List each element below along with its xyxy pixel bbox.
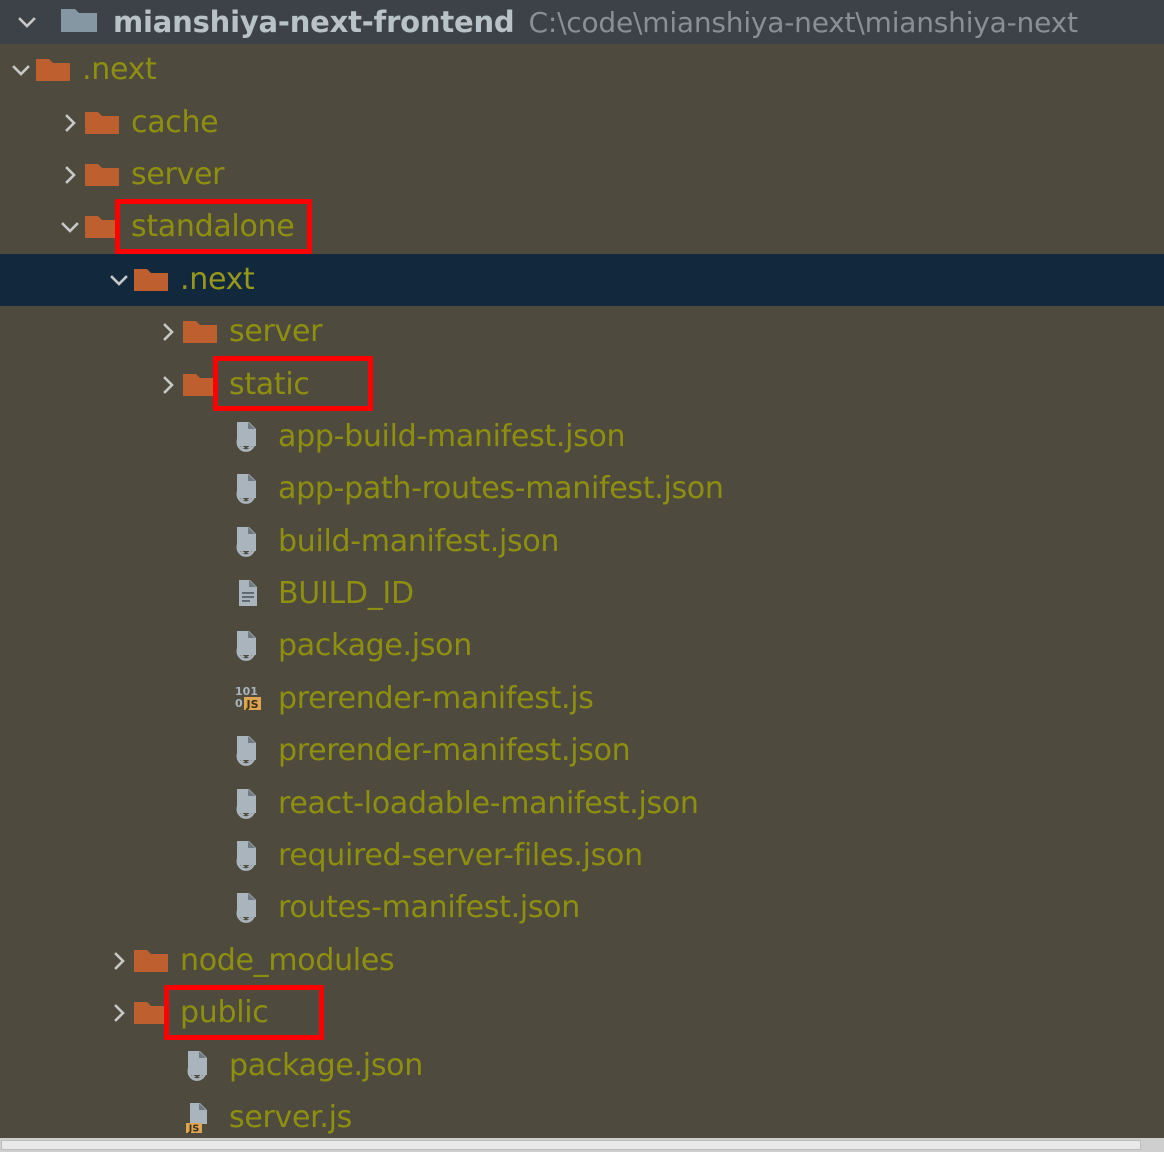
tree-item-label: react-loadable-manifest.json [278, 785, 699, 821]
tree-file-row[interactable]: {} react-loadable-manifest.json [0, 777, 1164, 829]
chevron-down-icon[interactable] [106, 267, 132, 293]
svg-text:{}: {} [238, 854, 254, 868]
tree-file-row[interactable]: {} prerender-manifest.json [0, 725, 1164, 777]
js-minified-file-icon: 101 0 JS [230, 680, 268, 718]
tree-folder-row[interactable]: cache [0, 96, 1164, 148]
tree-item-label: app-path-routes-manifest.json [278, 471, 724, 507]
folder-icon [60, 5, 98, 39]
json-file-icon: {} [230, 889, 268, 927]
tree-folder-row[interactable]: static [0, 358, 1164, 410]
folder-icon [83, 104, 121, 142]
tree-folder-row[interactable]: node_modules [0, 935, 1164, 987]
tree-folder-row[interactable]: standalone [0, 201, 1164, 253]
svg-text:{}: {} [238, 802, 254, 816]
svg-text:{}: {} [238, 750, 254, 764]
chevron-right-icon[interactable] [106, 1000, 132, 1026]
chevron-right-icon[interactable] [155, 372, 181, 398]
tree-item-label: .next [180, 261, 255, 297]
tree-item-label: standalone [131, 209, 295, 245]
scrollbar-thumb[interactable] [1, 1140, 1141, 1150]
folder-icon [132, 994, 170, 1032]
folder-icon [181, 366, 219, 404]
json-file-icon: {} [230, 837, 268, 875]
tree-item-label: node_modules [180, 942, 395, 978]
chevron-down-icon[interactable] [8, 57, 34, 83]
svg-text:{}: {} [238, 488, 254, 502]
tree-item-label: routes-manifest.json [278, 890, 580, 926]
tree-item-label: build-manifest.json [278, 523, 560, 559]
folder-icon [83, 208, 121, 246]
project-root-row[interactable]: mianshiya-next-frontend C:\code\mianshiy… [0, 0, 1164, 44]
project-file-tree[interactable]: .next cache server standalone .next server sta… [0, 44, 1164, 1138]
json-file-icon: {} [230, 418, 268, 456]
tree-item-label: server [131, 156, 225, 192]
svg-text:JS: JS [188, 1123, 200, 1134]
folder-icon [34, 51, 72, 89]
json-file-icon: {} [230, 627, 268, 665]
tree-folder-row[interactable]: .next [0, 253, 1164, 306]
tree-item-label: BUILD_ID [278, 576, 414, 612]
tree-file-row[interactable]: {} app-build-manifest.json [0, 411, 1164, 463]
tree-item-label: cache [131, 104, 219, 140]
tree-file-row[interactable]: {} routes-manifest.json [0, 882, 1164, 934]
tree-file-row[interactable]: {} app-path-routes-manifest.json [0, 463, 1164, 515]
tree-item-label: public [180, 995, 269, 1031]
json-file-icon: {} [181, 1047, 219, 1085]
svg-text:JS: JS [245, 698, 258, 711]
tree-file-row[interactable]: {} required-server-files.json [0, 830, 1164, 882]
tree-file-row[interactable]: {} package.json [0, 620, 1164, 672]
project-path: C:\code\mianshiya-next\mianshiya-next [528, 5, 1078, 39]
folder-icon [181, 313, 219, 351]
folder-icon [83, 156, 121, 194]
tree-file-row[interactable]: BUILD_ID [0, 568, 1164, 620]
tree-item-label: required-server-files.json [278, 838, 643, 874]
project-name: mianshiya-next-frontend [113, 5, 515, 39]
tree-folder-row[interactable]: server [0, 306, 1164, 358]
svg-text:0: 0 [235, 697, 243, 710]
js-file-icon: JS [181, 1099, 219, 1137]
tree-item-label: prerender-manifest.js [278, 680, 594, 716]
tree-file-row[interactable]: JS server.js [0, 1092, 1164, 1138]
chevron-right-icon[interactable] [106, 948, 132, 974]
chevron-down-icon[interactable] [57, 214, 83, 240]
svg-text:{}: {} [238, 540, 254, 554]
tree-item-label: static [229, 366, 310, 402]
chevron-right-icon[interactable] [57, 162, 83, 188]
svg-text:{}: {} [238, 435, 254, 449]
chevron-right-icon[interactable] [57, 110, 83, 136]
svg-text:{}: {} [238, 907, 254, 921]
tree-item-label: package.json [229, 1047, 423, 1083]
tree-folder-row[interactable]: public [0, 987, 1164, 1039]
tree-file-row[interactable]: 101 0 JS prerender-manifest.js [0, 673, 1164, 725]
svg-text:{}: {} [238, 645, 254, 659]
svg-text:{}: {} [189, 1064, 205, 1078]
tree-item-label: server [229, 314, 323, 350]
chevron-right-icon[interactable] [155, 319, 181, 345]
tree-item-label: app-build-manifest.json [278, 418, 626, 454]
chevron-down-icon[interactable] [14, 9, 40, 35]
folder-icon [132, 942, 170, 980]
json-file-icon: {} [230, 470, 268, 508]
folder-icon [132, 261, 170, 299]
tree-item-label: package.json [278, 628, 472, 664]
tree-item-label: prerender-manifest.json [278, 733, 631, 769]
json-file-icon: {} [230, 732, 268, 770]
tree-item-label: server.js [229, 1100, 353, 1135]
horizontal-scrollbar[interactable] [0, 1138, 1164, 1152]
json-file-icon: {} [230, 785, 268, 823]
tree-file-row[interactable]: {} build-manifest.json [0, 516, 1164, 568]
tree-file-row[interactable]: {} package.json [0, 1039, 1164, 1091]
tree-folder-row[interactable]: server [0, 149, 1164, 201]
json-file-icon: {} [230, 523, 268, 561]
tree-item-label: .next [82, 52, 157, 88]
tree-folder-row[interactable]: .next [0, 44, 1164, 96]
text-file-icon [230, 575, 268, 613]
